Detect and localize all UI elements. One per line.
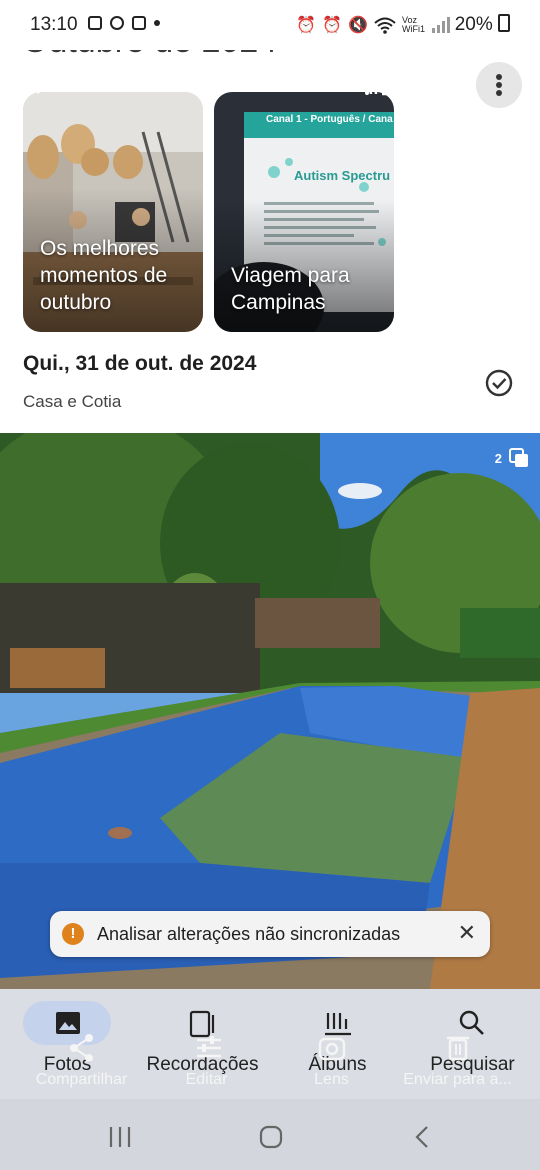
toast-message: Analisar alterações não sincronizadas	[97, 924, 401, 944]
thumbnail-heading-text: Autism Spectru	[294, 168, 391, 183]
unsynced-changes-toast[interactable]: ! Analisar alterações não sincronizadas …	[50, 911, 490, 957]
signal-icon	[432, 17, 450, 33]
memory-title: Os melhores momentos de outubro	[40, 237, 168, 314]
system-navigation-bar	[0, 1099, 540, 1170]
stack-indicator: 2	[495, 447, 530, 469]
trash-icon	[447, 1036, 469, 1061]
network-label: Voz WiFi1	[402, 15, 425, 34]
alarm-2-icon: ⏰	[322, 17, 343, 34]
share-action[interactable]: Compartilhar	[14, 989, 149, 1099]
status-time: 13:10	[30, 14, 78, 35]
more-options-button[interactable]	[476, 62, 522, 108]
edit-action[interactable]: Editar	[139, 989, 274, 1099]
mute-icon: 🔇	[348, 17, 368, 34]
favorite-button[interactable]: ☆	[426, 64, 468, 104]
day-date: Qui., 31 de out. de 2024	[23, 352, 257, 375]
thumbnail-banner-text: Canal 1 - Português / Cana	[266, 114, 393, 125]
close-icon: ✕	[457, 920, 476, 945]
chevron-left-icon	[415, 1126, 428, 1148]
bottom-navigation: Fotos Recordações Álbuns Pesquisar Compa…	[0, 989, 540, 1099]
star-outline-icon: ☆	[433, 67, 461, 101]
wifi-icon	[374, 17, 396, 34]
warning-icon: !	[62, 923, 84, 945]
share-icon	[70, 1034, 93, 1062]
tune-icon	[197, 1036, 221, 1058]
status-bar: 13:10 ⏰ ⏰ 🔇 Voz WiFi1 20%	[0, 0, 540, 50]
action-label: Editar	[185, 1071, 228, 1088]
memory-title: Viagem para Campinas	[231, 264, 350, 314]
recent-apps-button[interactable]	[105, 1125, 137, 1149]
memory-card[interactable]: Os melhores momentos de outubro	[23, 92, 203, 332]
lens-icon	[318, 1037, 346, 1061]
more-vert-icon	[496, 74, 502, 96]
cast-icon	[364, 72, 394, 96]
day-location: Casa e Cotia	[23, 392, 122, 411]
back-button[interactable]	[20, 64, 60, 104]
action-label: Compartilhar	[35, 1071, 128, 1088]
home-button[interactable]	[258, 1125, 284, 1149]
battery-level: 20%	[455, 14, 510, 36]
memory-card[interactable]: Canal 1 - Português / Cana Autism Spectr…	[214, 92, 394, 332]
lens-action[interactable]: Lens	[264, 989, 399, 1099]
app-notification-icon	[110, 16, 124, 30]
cast-notification-icon	[132, 16, 146, 30]
action-label: Enviar para a...	[403, 1071, 512, 1088]
pool-photo	[0, 433, 540, 989]
check-circle-icon	[485, 369, 513, 397]
back-nav-button[interactable]	[410, 1125, 436, 1149]
arrow-back-icon	[28, 74, 51, 94]
battery-icon	[498, 14, 510, 32]
more-notifications-icon	[154, 20, 160, 26]
action-label: Lens	[314, 1071, 349, 1088]
close-toast-button[interactable]: ✕	[458, 920, 476, 946]
alarm-icon: ⏰	[296, 17, 317, 34]
stack-count: 2	[494, 450, 502, 466]
gallery-notification-icon	[88, 16, 102, 30]
recent-apps-icon	[109, 1127, 131, 1147]
select-day-button[interactable]	[480, 364, 518, 402]
photo-thumbnail[interactable]: 2	[0, 433, 540, 989]
cast-button[interactable]	[358, 64, 400, 104]
home-icon	[259, 1125, 283, 1149]
trash-action[interactable]: Enviar para a...	[390, 989, 525, 1099]
burst-stack-icon	[509, 448, 528, 467]
